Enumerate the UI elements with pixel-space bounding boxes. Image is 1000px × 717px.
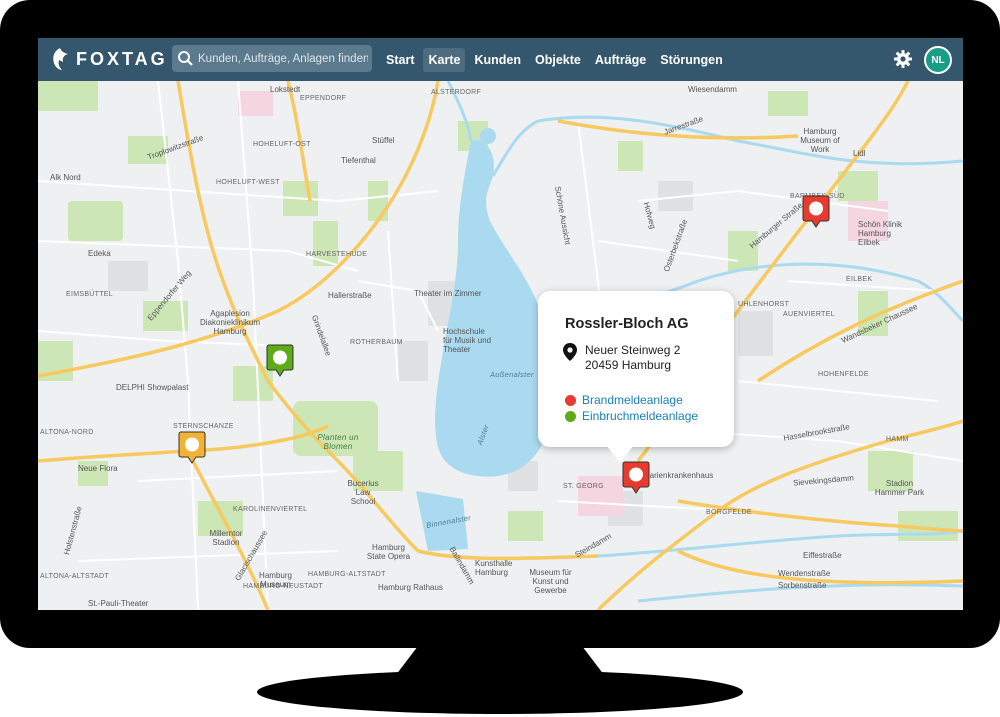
map-label: Borgfelde <box>706 509 752 516</box>
map-place: Theater im Zimmer <box>414 289 482 298</box>
app-name: FOXTAG <box>76 48 168 69</box>
map-canvas <box>38 81 963 610</box>
search-box[interactable] <box>172 45 372 72</box>
popup-address: Neuer Steinweg 2 20459 Hamburg <box>585 343 680 373</box>
popup-pointer <box>606 445 634 463</box>
nav-stoerungen[interactable]: Störungen <box>655 48 728 72</box>
map-place: Hamburg Museum <box>259 571 292 589</box>
map-street: Wiesendamm <box>688 85 737 94</box>
map-place: Agaplesion Diakonieklinikum Hamburg <box>199 309 261 336</box>
map-label: Hohenfelde <box>818 371 869 378</box>
red-marker-barmbek[interactable] <box>802 195 830 229</box>
map-place: Stüffel <box>372 136 395 145</box>
map-place: Hamburg State Opera <box>366 543 411 561</box>
popup-street: Neuer Steinweg 2 <box>585 343 681 357</box>
feature-label[interactable]: Brandmeldeanlage <box>582 393 683 407</box>
feature-label[interactable]: Einbruchmeldeanlage <box>582 409 698 423</box>
fox-icon <box>53 48 68 70</box>
map-place: St.-Pauli-Theater <box>88 599 149 608</box>
map-label: Eilbek <box>846 276 873 283</box>
search-input[interactable] <box>198 52 368 65</box>
nav-kunden[interactable]: Kunden <box>469 48 526 72</box>
popup-title: Rossler-Bloch AG <box>565 316 689 332</box>
map-label: St. Georg <box>563 483 604 490</box>
feature-einbruchmeldeanlage[interactable]: Einbruchmeldeanlage <box>565 409 698 423</box>
map-street: Neue Flora <box>78 464 118 473</box>
map-street: Eiffestraße <box>803 551 842 560</box>
map-place: Hamburg Rathaus <box>378 583 443 592</box>
popup-city: 20459 Hamburg <box>585 358 672 372</box>
map-street: Auenviertel <box>783 311 835 318</box>
map-street: Karolinenviertel <box>233 506 308 513</box>
green-marker-rotherbaum[interactable] <box>266 344 294 378</box>
map-place: Hamburg Museum of Work <box>800 127 840 154</box>
map-label: Eimsbüttel <box>66 291 113 298</box>
location-pin-icon <box>563 343 577 361</box>
object-popup: Rossler-Bloch AG Neuer Steinweg 2 20459 … <box>538 291 734 447</box>
map-place: Schön Klinik Hamburg Eilbek <box>858 220 903 247</box>
logo[interactable]: FOXTAG <box>50 47 168 71</box>
red-status-dot-icon <box>565 394 576 406</box>
map-label: Hoheluft-Ost <box>253 141 311 148</box>
map-place: Planten un Blomen <box>317 433 359 451</box>
map-label: Hamm <box>886 436 909 443</box>
map-label: Uhlenhorst <box>738 301 790 308</box>
app-screen: FOXTAG Start Karte Kunden Objekte Aufträ… <box>38 38 963 610</box>
main-nav: Start Karte Kunden Objekte Aufträge Stör… <box>381 38 728 81</box>
map-label: Rotherbaum <box>350 339 403 346</box>
map-place: Lokstedt <box>270 85 301 94</box>
map-place: Marienkrankenhaus <box>643 471 714 480</box>
map-label: Eppendorf <box>300 95 347 102</box>
map-label: Altona-Altstadt <box>40 573 109 580</box>
map-place: Millerntor Stadion <box>209 529 243 547</box>
map-label: Altona-Nord <box>40 429 94 436</box>
map-place: Lidl <box>853 149 866 158</box>
map-label: Harvestehude <box>306 251 368 258</box>
map-place: Kunsthalle Hamburg <box>475 559 513 577</box>
nav-objekte[interactable]: Objekte <box>530 48 586 72</box>
map-place: DELPHI Showpalast <box>116 383 189 392</box>
map-label: Hamburg-Altstadt <box>308 571 386 578</box>
feature-brandmeldeanlage[interactable]: Brandmeldeanlage <box>565 393 683 407</box>
nav-auftraege[interactable]: Aufträge <box>590 48 651 72</box>
map-street: Wendenstraße <box>778 569 831 578</box>
user-avatar[interactable]: NL <box>924 46 952 74</box>
yellow-marker-sternschanze[interactable] <box>178 431 206 465</box>
map-view[interactable]: Hoheluft-Ost Alsterdorf Eppendorf Hohelu… <box>38 81 963 610</box>
map-place: Alk Nord <box>50 173 81 182</box>
map-place: Außenalster <box>490 370 534 379</box>
gear-icon[interactable] <box>893 49 913 69</box>
map-street: Hallerstraße <box>328 291 372 300</box>
map-place: Tiefenthal <box>341 156 376 165</box>
map-place: Stadion Hammer Park <box>874 479 925 497</box>
map-place: Hochschule für Musik und Theater <box>443 327 492 354</box>
nav-start[interactable]: Start <box>381 48 419 72</box>
map-label: Sternschanze <box>173 423 234 430</box>
map-place: Museum für Kunst und Gewerbe <box>529 568 572 595</box>
red-marker-st-georg[interactable] <box>622 461 650 495</box>
map-label: Alsterdorf <box>431 89 482 96</box>
green-status-dot-icon <box>565 410 576 422</box>
map-label: Hoheluft-West <box>216 179 280 186</box>
map-street: Sorbenstraße <box>778 581 827 590</box>
navbar: FOXTAG Start Karte Kunden Objekte Aufträ… <box>38 38 963 81</box>
nav-karte[interactable]: Karte <box>423 47 466 72</box>
map-place: Bucerius Law School <box>347 479 379 506</box>
map-place: Edeka <box>88 249 111 258</box>
search-icon <box>178 51 193 66</box>
